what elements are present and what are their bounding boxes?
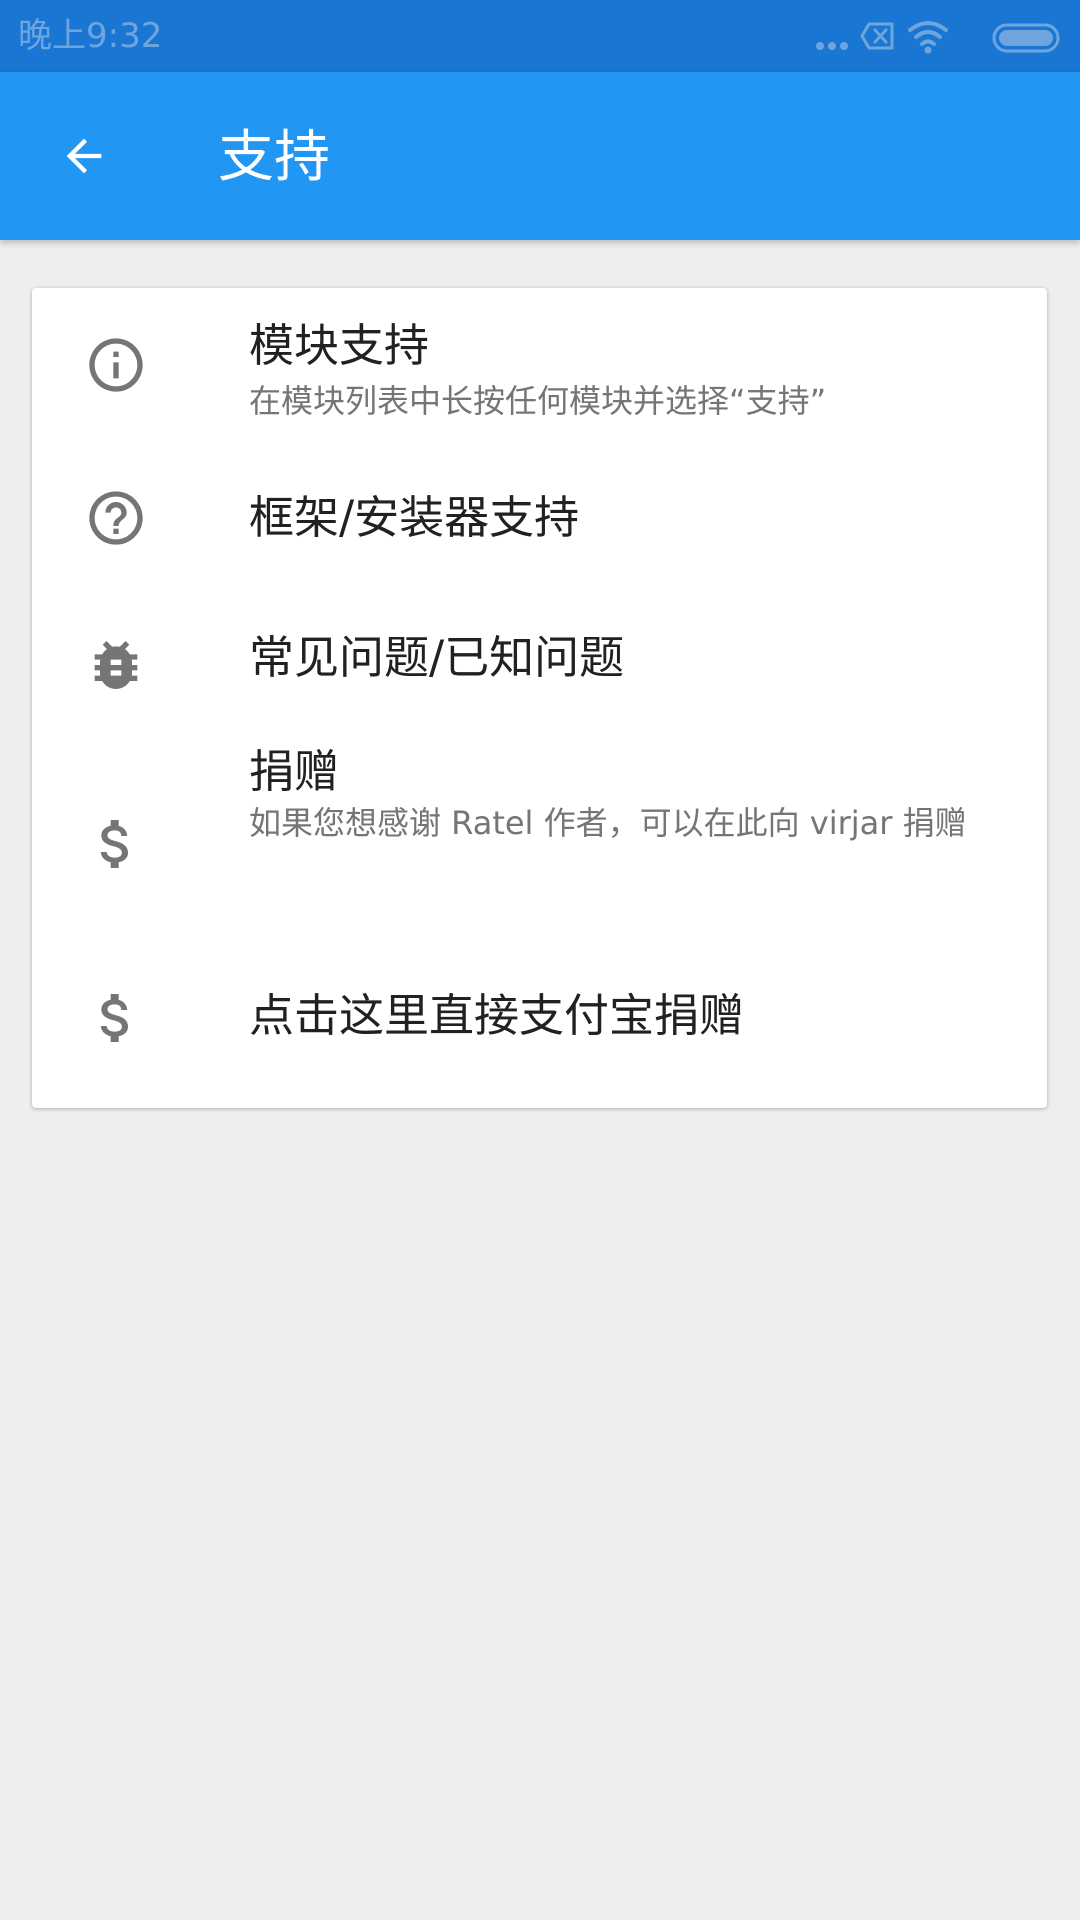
status-time: 晚上9:32 xyxy=(18,16,163,56)
page-title: 支持 xyxy=(218,125,330,190)
dollar-icon xyxy=(100,994,128,1042)
dollar-icon xyxy=(100,820,128,868)
back-button[interactable] xyxy=(42,114,126,198)
arrow-back-icon xyxy=(66,138,102,174)
item-title: 模块支持 xyxy=(249,319,430,372)
info-icon xyxy=(89,338,143,392)
notification-off-icon xyxy=(860,22,894,50)
list-item-framework-support[interactable]: 框架/安装器支持 xyxy=(32,434,1047,578)
status-bar: 晚上9:32 xyxy=(0,0,1080,72)
item-title: 捐赠 xyxy=(249,745,340,798)
status-icons xyxy=(814,18,1064,58)
more-dots-icon xyxy=(816,42,848,50)
app-bar: 支持 xyxy=(0,72,1080,240)
support-card: 模块支持 在模块列表中长按任何模块并选择“支持” 框架/安装器支持 常见问题/已… xyxy=(32,288,1047,1108)
list-item-faq[interactable]: 常见问题/已知问题 xyxy=(32,578,1047,720)
item-subtitle: 如果您想感谢 Ratel 作者，可以在此向 virjar 捐赠 xyxy=(249,804,967,842)
item-title: 常见问题/已知问题 xyxy=(249,631,625,684)
help-circle-icon xyxy=(89,491,143,545)
item-title: 点击这里直接支付宝捐赠 xyxy=(249,989,745,1042)
bug-icon xyxy=(94,641,138,689)
item-title: 框架/安装器支持 xyxy=(249,491,580,544)
item-subtitle: 在模块列表中长按任何模块并选择“支持” xyxy=(249,382,827,420)
wifi-icon xyxy=(908,21,948,54)
list-item-alipay-donate[interactable]: 点击这里直接支付宝捐赠 xyxy=(32,918,1047,1108)
list-item-donate[interactable]: 捐赠 如果您想感谢 Ratel 作者，可以在此向 virjar 捐赠 xyxy=(32,720,1047,918)
battery-icon xyxy=(992,23,1060,53)
list-item-module-support[interactable]: 模块支持 在模块列表中长按任何模块并选择“支持” xyxy=(32,288,1047,434)
